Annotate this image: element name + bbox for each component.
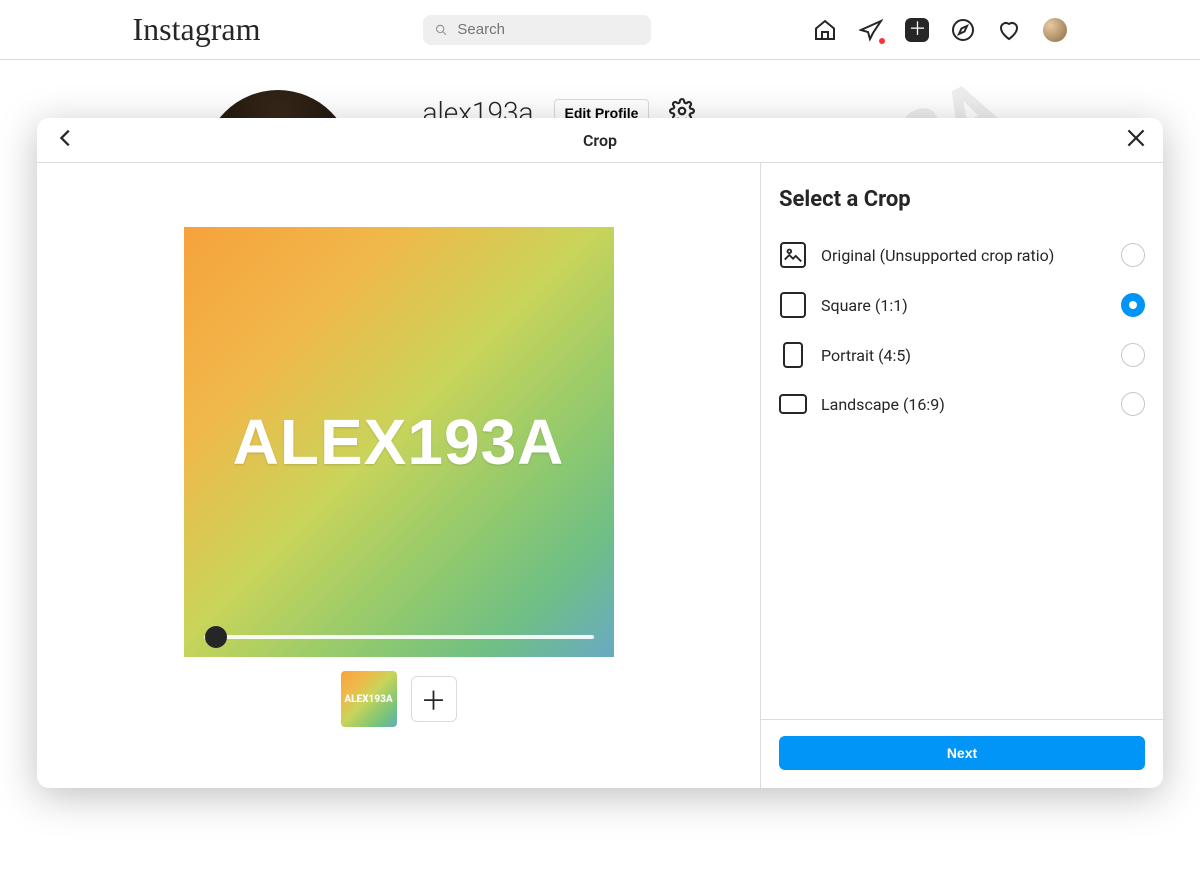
radio-unselected[interactable] <box>1121 243 1145 267</box>
crop-option-original[interactable]: Original (Unsupported crop ratio) <box>779 230 1145 280</box>
thumbnail-row: ALEX193A ＋ <box>341 671 457 727</box>
portrait-ratio-icon <box>783 342 803 368</box>
radio-unselected[interactable] <box>1121 392 1145 416</box>
square-ratio-icon <box>780 292 806 318</box>
close-icon[interactable] <box>1123 125 1149 155</box>
crop-option-label: Original (Unsupported crop ratio) <box>821 246 1107 265</box>
crop-options-pane: Select a Crop Original (Unsupported crop… <box>761 163 1163 788</box>
modal-header: Crop <box>37 118 1163 163</box>
select-crop-title: Select a Crop <box>779 187 1145 212</box>
crop-canvas[interactable]: ALEX193A <box>184 227 614 657</box>
add-media-button[interactable]: ＋ <box>411 676 457 722</box>
back-icon[interactable] <box>55 127 77 153</box>
crop-option-label: Landscape (16:9) <box>821 395 1107 414</box>
thumbnail-image[interactable]: ALEX193A <box>341 671 397 727</box>
plus-icon: ＋ <box>420 681 446 718</box>
thumbnail-text: ALEX193A <box>344 694 392 705</box>
modal-footer: Next <box>761 719 1163 788</box>
image-icon <box>780 242 806 268</box>
crop-option-landscape[interactable]: Landscape (16:9) <box>779 380 1145 428</box>
radio-selected[interactable] <box>1121 293 1145 317</box>
crop-image-text: ALEX193A <box>233 405 565 479</box>
crop-option-label: Square (1:1) <box>821 296 1107 315</box>
crop-option-square[interactable]: Square (1:1) <box>779 280 1145 330</box>
next-button[interactable]: Next <box>779 736 1145 770</box>
modal-title: Crop <box>583 131 617 150</box>
radio-unselected[interactable] <box>1121 343 1145 367</box>
crop-preview-pane: ALEX193A ALEX193A ＋ <box>37 163 761 788</box>
zoom-slider-thumb[interactable] <box>205 626 227 648</box>
zoom-slider-track[interactable] <box>204 635 594 639</box>
crop-option-label: Portrait (4:5) <box>821 346 1107 365</box>
crop-modal: Crop ALEX193A ALEX193A ＋ Select a <box>37 118 1163 788</box>
crop-option-portrait[interactable]: Portrait (4:5) <box>779 330 1145 380</box>
landscape-ratio-icon <box>779 394 807 414</box>
